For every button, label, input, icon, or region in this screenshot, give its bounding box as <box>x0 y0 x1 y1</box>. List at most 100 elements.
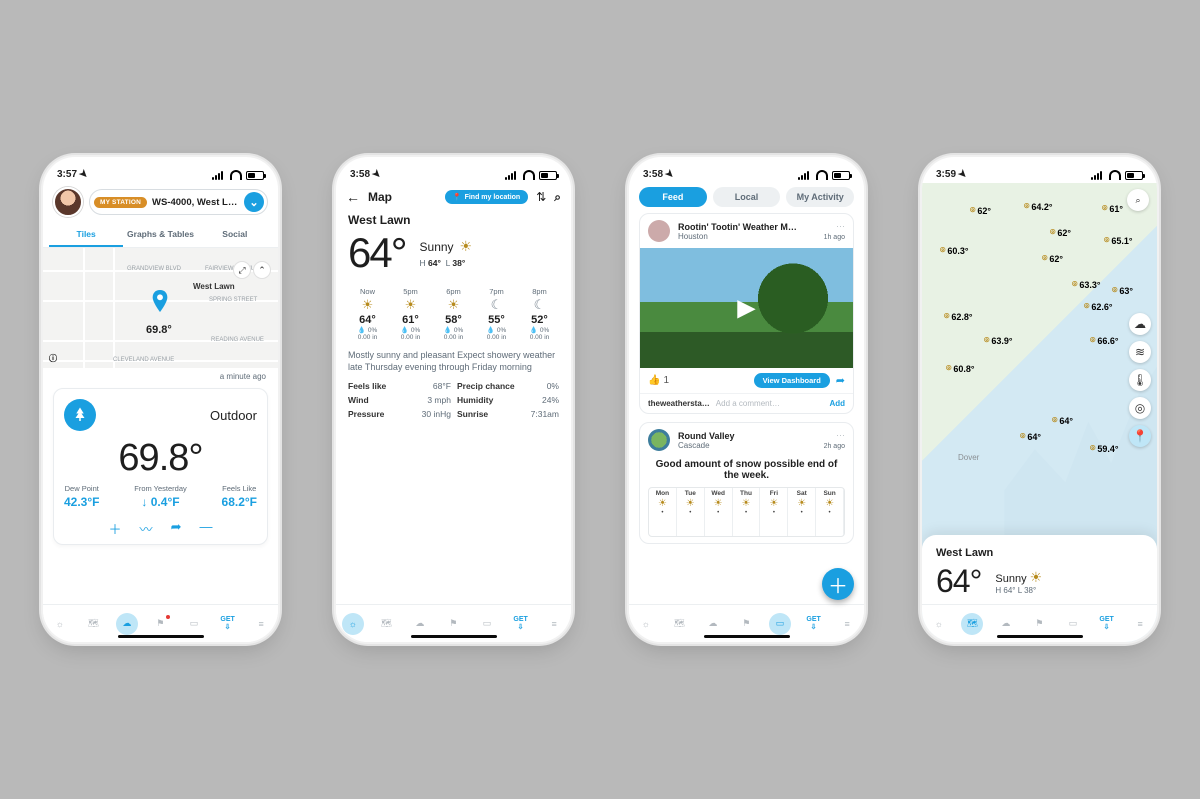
station-marker[interactable]: ⌾62° <box>970 205 991 216</box>
nav-get-button[interactable]: GET⇩ <box>217 613 239 635</box>
search-icon[interactable]: ⌕ <box>554 190 561 205</box>
expand-icon[interactable]: ⤢ <box>234 262 250 278</box>
nav-dashboard-icon[interactable]: ☁ <box>702 613 724 635</box>
mini-map[interactable]: GRANDVIEW BLVD FAIRVIEW AVENUE SPRING ST… <box>43 248 278 368</box>
post-author[interactable]: Rootin' Tootin' Weather M… <box>678 222 816 232</box>
more-icon[interactable]: ⋯ <box>836 221 845 232</box>
station-marker[interactable]: ⌾66.6° <box>1090 335 1119 346</box>
station-marker[interactable]: ⌾63.3° <box>1072 279 1101 290</box>
station-marker[interactable]: ⌾60.3° <box>940 245 969 256</box>
view-dashboard-button[interactable]: View Dashboard <box>754 373 830 388</box>
station-marker[interactable]: ⌾59.4° <box>1090 443 1119 454</box>
station-marker[interactable]: ⌾64° <box>1052 415 1073 426</box>
tab-graphs[interactable]: Graphs & Tables <box>123 223 197 247</box>
nav-map-icon[interactable]: 🗺 <box>961 613 983 635</box>
nav-get-button[interactable]: GET⇩ <box>1096 613 1118 635</box>
collapse-up-icon[interactable]: ⌃ <box>254 262 270 278</box>
nav-menu-icon[interactable]: ≡ <box>1129 613 1151 635</box>
nav-map-icon[interactable]: 🗺 <box>375 613 397 635</box>
station-marker[interactable]: ⌾62° <box>1050 227 1071 238</box>
nav-alerts-icon[interactable]: ⚑ <box>149 613 171 635</box>
share-icon[interactable]: ➦ <box>836 374 845 387</box>
post-author[interactable]: Round Valley <box>678 431 816 441</box>
chevron-down-icon[interactable]: ⌄ <box>244 192 264 212</box>
tab-social[interactable]: Social <box>198 223 272 247</box>
home-indicator[interactable] <box>118 635 204 639</box>
nav-chat-icon[interactable]: ▭ <box>769 613 791 635</box>
hour-column[interactable]: 8pm ☾ 52° 💧0% 0.00 in <box>518 287 561 341</box>
layer-button[interactable]: ◎ <box>1129 397 1151 419</box>
nav-menu-icon[interactable]: ≡ <box>250 613 272 635</box>
home-indicator[interactable] <box>704 635 790 639</box>
station-marker[interactable]: ⌾61° <box>1102 203 1123 214</box>
day-column[interactable]: Fri☀• <box>760 488 788 536</box>
station-marker[interactable]: ⌾60.8° <box>946 363 975 374</box>
day-column[interactable]: Mon☀• <box>649 488 677 536</box>
home-indicator[interactable] <box>411 635 497 639</box>
day-column[interactable]: Wed☀• <box>705 488 733 536</box>
layer-button[interactable]: ≋ <box>1129 341 1151 363</box>
share-icon[interactable]: ➦ <box>171 519 182 538</box>
day-column[interactable]: Sun☀• <box>816 488 844 536</box>
seg-myactivity[interactable]: My Activity <box>786 187 854 207</box>
station-marker[interactable]: ⌾64.2° <box>1024 201 1053 212</box>
user-avatar[interactable] <box>53 187 83 217</box>
trend-icon[interactable]: 〰 <box>140 519 153 538</box>
nav-forecast-icon[interactable]: ☼ <box>928 613 950 635</box>
filter-icon[interactable]: ⇅ <box>536 190 546 204</box>
station-marker[interactable]: ⌾62.8° <box>944 311 973 322</box>
nav-get-button[interactable]: GET⇩ <box>803 613 825 635</box>
station-marker[interactable]: ⌾65.1° <box>1104 235 1133 246</box>
nav-alerts-icon[interactable]: ⚑ <box>1028 613 1050 635</box>
hourly-strip[interactable]: Now ☀ 64° 💧0% 0.00 in5pm ☀ 61° 💧0% 0.00 … <box>336 281 571 349</box>
station-marker[interactable]: ⌾63.9° <box>984 335 1013 346</box>
day-column[interactable]: Sat☀• <box>788 488 816 536</box>
nav-forecast-icon[interactable]: ☼ <box>49 613 71 635</box>
station-marker[interactable]: ⌾63° <box>1112 285 1133 296</box>
nav-forecast-icon[interactable]: ☼ <box>342 613 364 635</box>
nav-dashboard-icon[interactable]: ☁ <box>995 613 1017 635</box>
find-location-button[interactable]: 📍 Find my location <box>445 190 528 204</box>
layer-button[interactable]: 📍 <box>1129 425 1151 447</box>
post-avatar[interactable] <box>648 220 670 242</box>
nav-menu-icon[interactable]: ≡ <box>836 613 858 635</box>
info-icon[interactable]: ⓘ <box>49 353 57 364</box>
weekly-forecast-embed[interactable]: Mon☀•Tue☀•Wed☀•Thu☀•Fri☀•Sat☀•Sun☀• <box>648 487 845 537</box>
hour-column[interactable]: 7pm ☾ 55° 💧0% 0.00 in <box>475 287 518 341</box>
nav-map-icon[interactable]: 🗺 <box>668 613 690 635</box>
station-marker[interactable]: ⌾64° <box>1020 431 1041 442</box>
map-pin-icon[interactable] <box>151 290 169 314</box>
nav-get-button[interactable]: GET⇩ <box>510 613 532 635</box>
post-avatar[interactable] <box>648 429 670 451</box>
home-indicator[interactable] <box>997 635 1083 639</box>
nav-forecast-icon[interactable]: ☼ <box>635 613 657 635</box>
plus-icon[interactable]: ＋ <box>109 519 122 538</box>
minus-icon[interactable]: — <box>199 519 212 538</box>
layer-button[interactable]: ☁ <box>1129 313 1151 335</box>
add-comment-button[interactable]: Add <box>829 399 845 408</box>
nav-dashboard-icon[interactable]: ☁ <box>116 613 138 635</box>
nav-alerts-icon[interactable]: ⚑ <box>735 613 757 635</box>
post-video[interactable]: ▶ <box>640 248 853 368</box>
bottom-sheet[interactable]: West Lawn 64° Sunny ☀ H 64° L 38° <box>922 535 1157 604</box>
station-marker[interactable]: ⌾62° <box>1042 253 1063 264</box>
station-selector[interactable]: MY STATION WS-4000, West La… ⌄ <box>89 189 268 215</box>
commenter-name[interactable]: theweathersta… <box>648 399 710 408</box>
seg-local[interactable]: Local <box>713 187 781 207</box>
nav-map-icon[interactable]: 🗺 <box>82 613 104 635</box>
station-marker[interactable]: ⌾62.6° <box>1084 301 1113 312</box>
tab-tiles[interactable]: Tiles <box>49 223 123 247</box>
search-icon[interactable]: ⌕ <box>1127 189 1149 211</box>
hour-column[interactable]: Now ☀ 64° 💧0% 0.00 in <box>346 287 389 341</box>
comment-input[interactable]: Add a comment… <box>716 399 824 408</box>
play-icon[interactable]: ▶ <box>737 294 755 323</box>
outdoor-card[interactable]: Outdoor 69.8° Dew Point42.3°F From Yeste… <box>53 388 268 545</box>
back-icon[interactable]: ← <box>346 189 360 205</box>
hour-column[interactable]: 5pm ☀ 61° 💧0% 0.00 in <box>389 287 432 341</box>
day-column[interactable]: Thu☀• <box>733 488 761 536</box>
day-column[interactable]: Tue☀• <box>677 488 705 536</box>
more-icon[interactable]: ⋯ <box>836 430 845 441</box>
layer-button[interactable]: 🌡 <box>1129 369 1151 391</box>
compose-fab[interactable]: ＋ <box>822 568 854 600</box>
seg-feed[interactable]: Feed <box>639 187 707 207</box>
